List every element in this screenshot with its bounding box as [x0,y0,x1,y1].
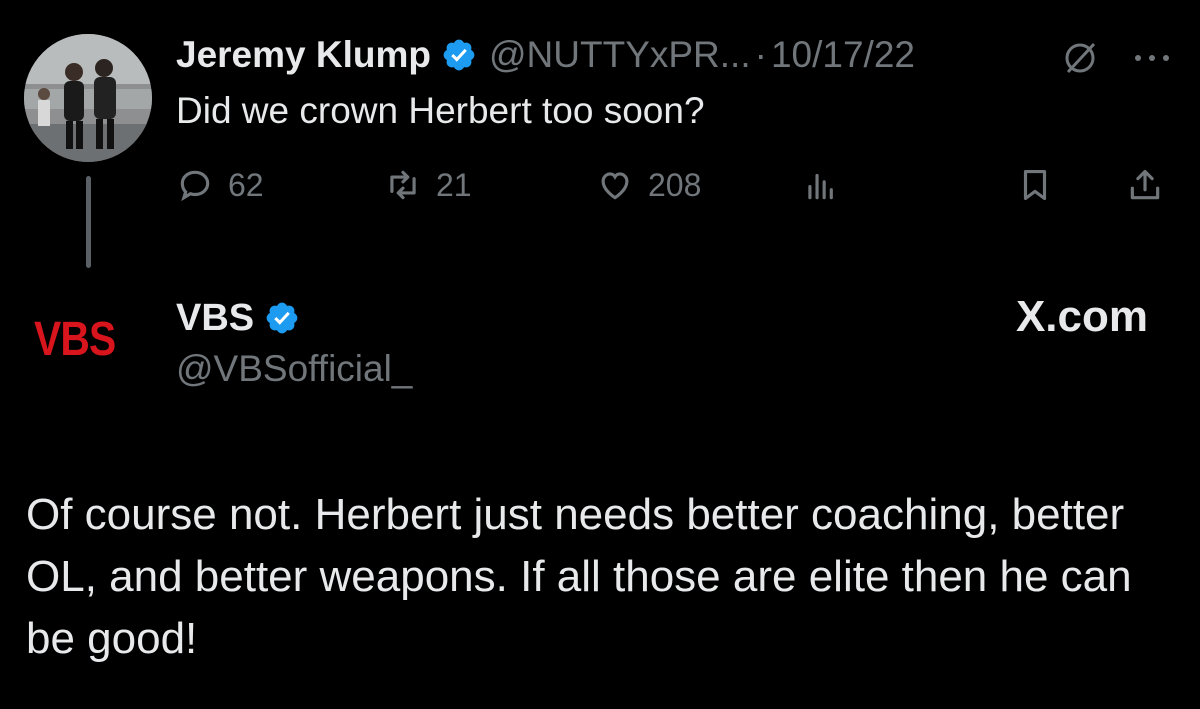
vbs-logo[interactable]: VBS [34,312,116,367]
reply-button[interactable]: 62 [176,160,264,210]
bookmark-button[interactable] [1016,160,1054,210]
screenshot-root: Jeremy Klump @NUTTYxPR... · 10/17/22 Did… [0,0,1200,709]
thread-connector-line [86,176,91,268]
more-options-icon[interactable] [1130,38,1174,78]
tweet-action-bar: 62 21 208 [176,160,1172,210]
share-icon [1130,169,1160,200]
tweet-header: Jeremy Klump @NUTTYxPR... · 10/17/22 [176,30,915,80]
analytics-icon [808,173,833,200]
like-button[interactable]: 208 [596,160,701,210]
quoted-handle[interactable]: @VBSofficial_ [176,348,412,390]
grok-icon[interactable] [1058,38,1102,78]
retweet-icon [390,170,416,200]
xcom-watermark: X.com [1015,292,1148,341]
quoted-tweet-text: Of course not. Herbert just needs better… [26,490,1132,663]
author-display-name[interactable]: Jeremy Klump [176,34,431,76]
header-separator: · [754,34,767,75]
reply-count: 62 [228,166,264,203]
heart-icon [601,172,629,200]
retweet-button[interactable]: 21 [384,160,472,210]
verified-badge-icon [266,302,298,334]
reply-icon [180,170,210,202]
tweet-date[interactable]: 10/17/22 [771,34,915,76]
retweet-count: 21 [436,166,472,203]
views-button[interactable] [802,160,840,210]
user-avatar[interactable] [24,34,152,162]
tweet-text: Did we crown Herbert too soon? [176,90,705,131]
verified-badge-icon [443,39,475,71]
author-handle[interactable]: @NUTTYxPR... [489,34,751,76]
quoted-author-row: VBS [176,292,312,344]
share-button[interactable] [1126,160,1164,210]
quoted-display-name[interactable]: VBS [176,297,254,340]
like-count: 208 [648,166,702,203]
bookmark-icon [1023,169,1047,201]
